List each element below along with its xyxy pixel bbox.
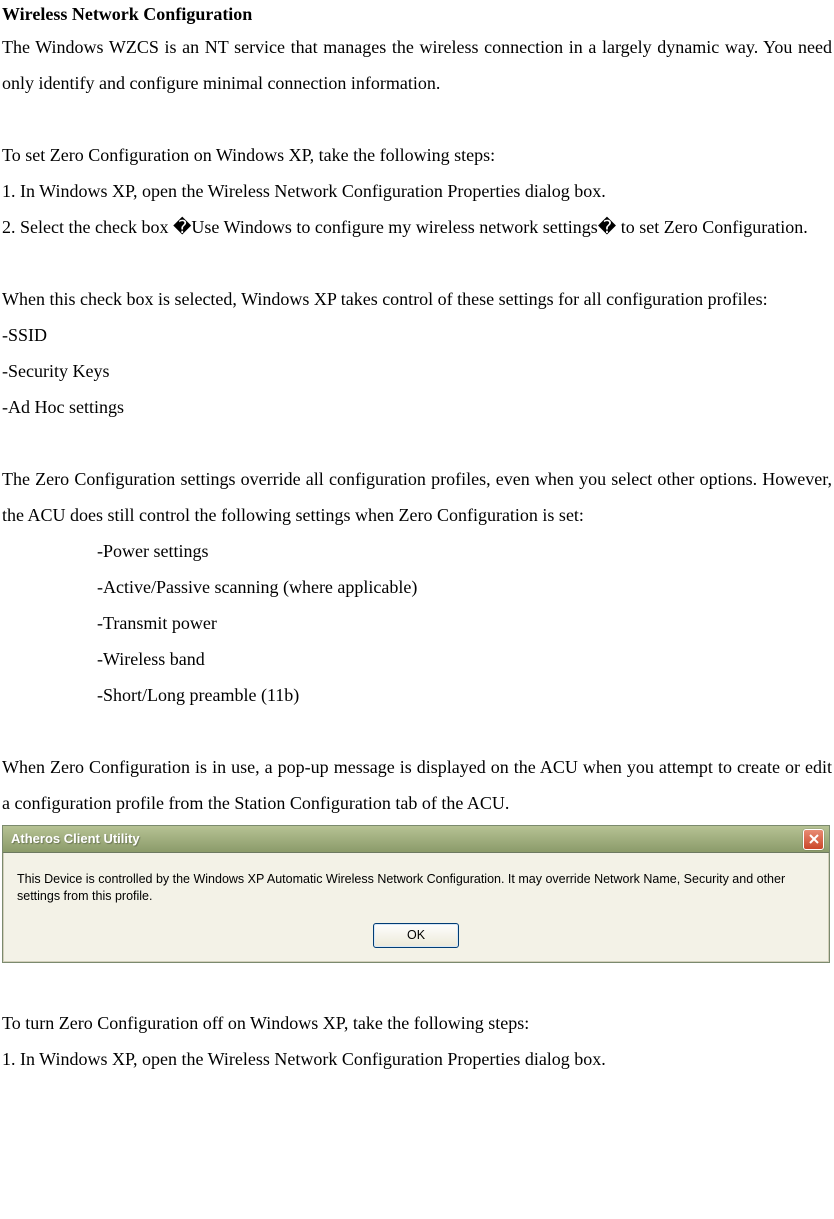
- paragraph-set-off: To turn Zero Configuration off on Window…: [2, 1005, 832, 1041]
- dialog-message: This Device is controlled by the Windows…: [17, 871, 815, 905]
- spacer: [2, 713, 832, 749]
- step-1-on: 1. In Windows XP, open the Wireless Netw…: [2, 173, 832, 209]
- spacer: [2, 245, 832, 281]
- dialog-titlebar[interactable]: Atheros Client Utility: [3, 826, 829, 853]
- dialog-title-text: Atheros Client Utility: [11, 830, 140, 848]
- dialog-button-row: OK: [17, 923, 815, 948]
- paragraph-set-on: To set Zero Configuration on Windows XP,…: [2, 137, 832, 173]
- section-title: Wireless Network Configuration: [2, 2, 832, 27]
- list-b-item: -Short/Long preamble (11b): [2, 677, 832, 713]
- spacer: [2, 101, 832, 137]
- ok-button[interactable]: OK: [373, 923, 459, 948]
- step-1-off: 1. In Windows XP, open the Wireless Netw…: [2, 1041, 832, 1077]
- step-2-on: 2. Select the check box �Use Windows to …: [2, 209, 832, 245]
- close-icon: [809, 834, 819, 844]
- paragraph-intro: The Windows WZCS is an NT service that m…: [2, 29, 832, 101]
- spacer: [2, 969, 832, 1005]
- list-b-item: -Transmit power: [2, 605, 832, 641]
- list-a-item: -Ad Hoc settings: [2, 389, 832, 425]
- list-a-item: -Security Keys: [2, 353, 832, 389]
- paragraph-checkbox-effect: When this check box is selected, Windows…: [2, 281, 832, 317]
- dialog-window: Atheros Client Utility This Device is co…: [2, 825, 830, 963]
- dialog-body: This Device is controlled by the Windows…: [3, 853, 829, 962]
- close-button[interactable]: [803, 829, 824, 850]
- list-b-item: -Power settings: [2, 533, 832, 569]
- spacer: [2, 425, 832, 461]
- list-a-item: -SSID: [2, 317, 832, 353]
- paragraph-override: The Zero Configuration settings override…: [2, 461, 832, 533]
- list-b-item: -Wireless band: [2, 641, 832, 677]
- list-b-item: -Active/Passive scanning (where applicab…: [2, 569, 832, 605]
- paragraph-popup: When Zero Configuration is in use, a pop…: [2, 749, 832, 821]
